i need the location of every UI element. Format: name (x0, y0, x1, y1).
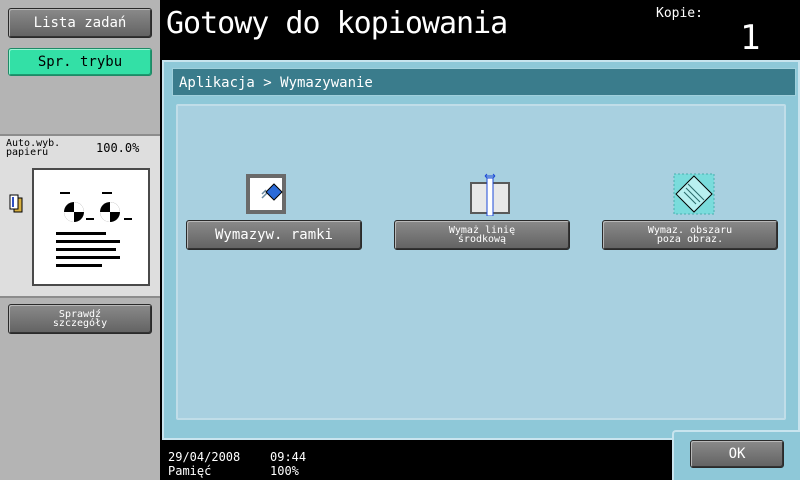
copies-label: Kopie: (656, 6, 703, 21)
job-list-button[interactable]: Lista zadań (8, 8, 152, 38)
breadcrumb: Aplikacja > Wymazywanie (172, 68, 796, 96)
sidebar: Lista zadań Spr. trybu Auto.wyb. papieru… (0, 0, 160, 480)
function-area: Wymazyw. ramki Wymaż linię środkową Wyma… (176, 104, 786, 420)
paper-auto-label: Auto.wyb. papieru (6, 138, 61, 158)
copies-count: 1 (740, 18, 761, 58)
frame-erase-icon (244, 172, 288, 220)
time-display: 09:44 (270, 450, 307, 464)
mode-check-button[interactable]: Spr. trybu (8, 48, 152, 76)
copy-stack-icon (8, 194, 24, 220)
center-erase-button[interactable]: Wymaż linię środkową (394, 220, 570, 250)
main-panel: Aplikacja > Wymazywanie Wymazyw. ramki W… (162, 60, 800, 440)
non-image-erase-button[interactable]: Wymaz. obszaru poza obraz. (602, 220, 778, 250)
frame-erase-button[interactable]: Wymazyw. ramki (186, 220, 362, 250)
memory-label: Pamięć (168, 464, 212, 478)
zoom-value: 100.0% (96, 141, 140, 155)
paper-preview-panel: Auto.wyb. papieru 100.0% (0, 134, 160, 298)
memory-value: 100% (270, 464, 299, 478)
ok-button-area: OK (672, 430, 800, 480)
ok-button[interactable]: OK (690, 440, 784, 468)
non-image-erase-icon (672, 172, 716, 220)
header: Gotowy do kopiowania Kopie: 1 (160, 0, 800, 60)
date-display: 29/04/2008 (168, 450, 241, 464)
check-details-button[interactable]: Sprawdź szczegóły (8, 304, 152, 334)
paper-thumbnail (32, 168, 150, 286)
center-erase-icon (468, 172, 512, 220)
status-title: Gotowy do kopiowania (166, 6, 508, 41)
